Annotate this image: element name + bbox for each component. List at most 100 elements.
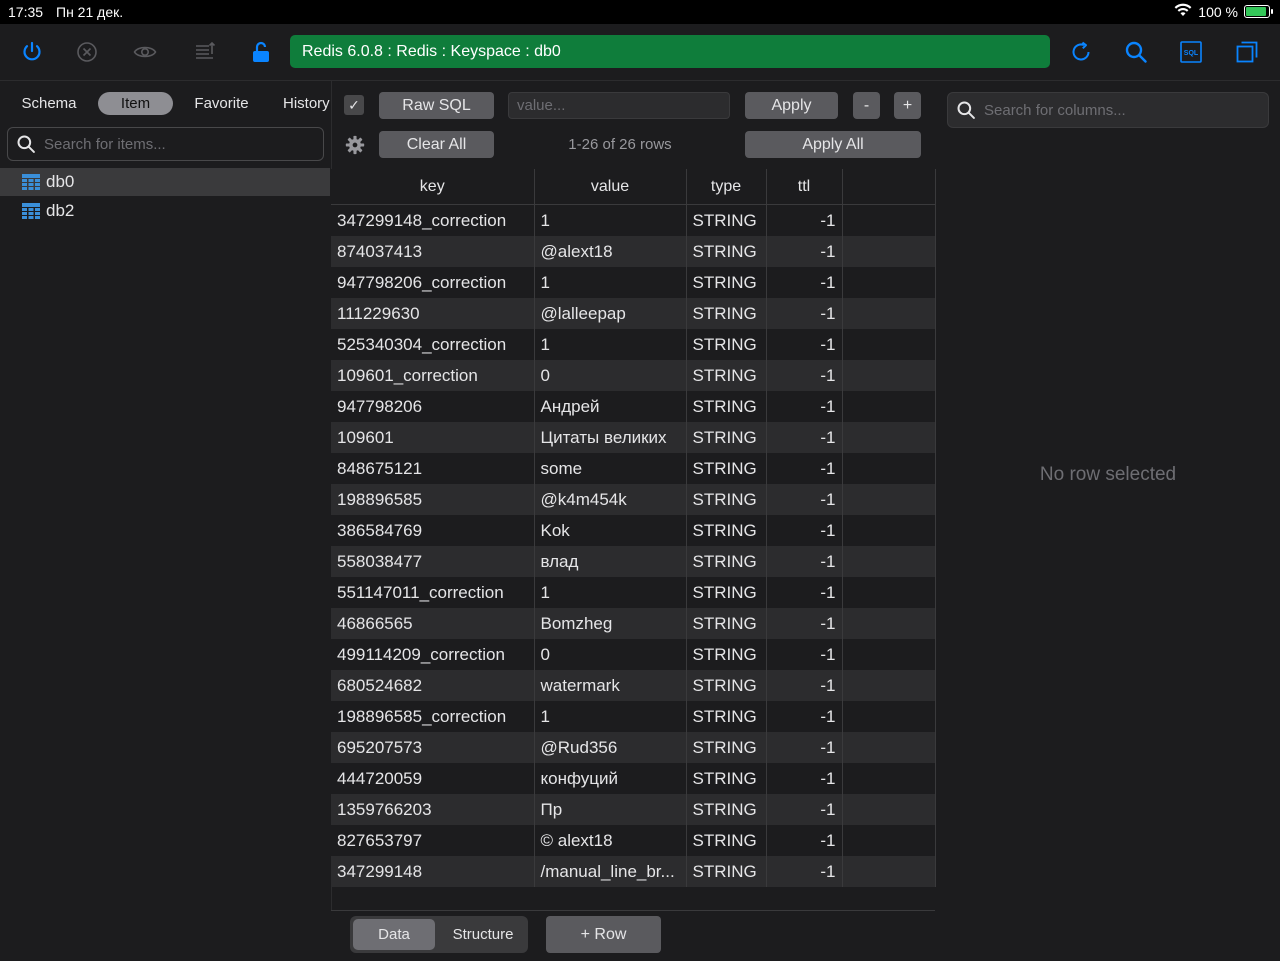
cell-type[interactable]: STRING xyxy=(686,422,767,453)
table-row[interactable]: 680524682 watermark STRING -1 xyxy=(331,670,936,701)
cell-ttl[interactable]: -1 xyxy=(766,453,843,484)
table-row[interactable]: 947798206 Андрей STRING -1 xyxy=(331,391,936,422)
cell-value[interactable]: @alext18 xyxy=(534,236,687,267)
eye-icon[interactable] xyxy=(133,40,157,64)
table-row[interactable]: 525340304_correction 1 STRING -1 xyxy=(331,329,936,360)
cell-key[interactable]: 109601_correction xyxy=(331,360,535,391)
column-header-key[interactable]: key xyxy=(331,169,535,205)
filter-checkbox[interactable]: ✓ xyxy=(344,95,364,115)
cell-key[interactable]: 198896585_correction xyxy=(331,701,535,732)
table-row[interactable]: 109601_correction 0 STRING -1 xyxy=(331,360,936,391)
cell-key[interactable]: 827653797 xyxy=(331,825,535,856)
cell-value[interactable]: 1 xyxy=(534,329,687,360)
remove-filter-button[interactable]: - xyxy=(853,92,880,119)
cell-value[interactable]: © alext18 xyxy=(534,825,687,856)
tab-item[interactable]: Item xyxy=(98,92,173,115)
cell-ttl[interactable]: -1 xyxy=(766,825,843,856)
cell-ttl[interactable]: -1 xyxy=(766,515,843,546)
cell-key[interactable]: 680524682 xyxy=(331,670,535,701)
columns-search[interactable] xyxy=(947,92,1269,128)
cell-key[interactable]: 1359766203 xyxy=(331,794,535,825)
tab-structure[interactable]: Structure xyxy=(440,919,526,950)
cell-ttl[interactable]: -1 xyxy=(766,236,843,267)
cell-key[interactable]: 46866565 xyxy=(331,608,535,639)
cell-key[interactable]: 848675121 xyxy=(331,453,535,484)
cell-ttl[interactable]: -1 xyxy=(766,422,843,453)
table-row[interactable]: 1359766203 Пр STRING -1 xyxy=(331,794,936,825)
cell-ttl[interactable]: -1 xyxy=(766,701,843,732)
table-row[interactable]: 198896585_correction 1 STRING -1 xyxy=(331,701,936,732)
cell-value[interactable]: Kok xyxy=(534,515,687,546)
cell-ttl[interactable]: -1 xyxy=(766,608,843,639)
cell-ttl[interactable]: -1 xyxy=(766,484,843,515)
table-row[interactable]: 347299148/manual_line_br... STRING -1 xyxy=(331,856,936,887)
cell-ttl[interactable]: -1 xyxy=(766,856,843,887)
cell-key[interactable]: 444720059 xyxy=(331,763,535,794)
cell-ttl[interactable]: -1 xyxy=(766,329,843,360)
tab-schema[interactable]: Schema xyxy=(10,92,88,115)
cell-value[interactable]: @lalleepap xyxy=(534,298,687,329)
cell-type[interactable]: STRING xyxy=(686,639,767,670)
cell-value[interactable]: /manual_line_br... xyxy=(534,856,687,887)
cell-type[interactable]: STRING xyxy=(686,732,767,763)
cell-type[interactable]: STRING xyxy=(686,360,767,391)
cell-key[interactable]: 111229630 xyxy=(331,298,535,329)
cell-key[interactable]: 874037413 xyxy=(331,236,535,267)
table-row[interactable]: 109601 Цитаты великих STRING -1 xyxy=(331,422,936,453)
cell-type[interactable]: STRING xyxy=(686,794,767,825)
cell-key[interactable]: 558038477 xyxy=(331,546,535,577)
power-icon[interactable] xyxy=(20,40,44,64)
cell-ttl[interactable]: -1 xyxy=(766,298,843,329)
cell-key[interactable]: 386584769 xyxy=(331,515,535,546)
list-sort-icon[interactable] xyxy=(193,40,217,64)
filter-value-input[interactable] xyxy=(508,92,730,119)
cell-value[interactable]: some xyxy=(534,453,687,484)
cell-ttl[interactable]: -1 xyxy=(766,763,843,794)
table-row[interactable]: 111229630 @lalleepap STRING -1 xyxy=(331,298,936,329)
refresh-icon[interactable] xyxy=(1069,40,1093,64)
cell-value[interactable]: 1 xyxy=(534,204,687,236)
table-row[interactable]: 347299148_correction 1 STRING -1 xyxy=(331,204,936,236)
table-row[interactable]: 499114209_correction 0 STRING -1 xyxy=(331,639,936,670)
cell-type[interactable]: STRING xyxy=(686,701,767,732)
cell-type[interactable]: STRING xyxy=(686,484,767,515)
raw-sql-button[interactable]: Raw SQL xyxy=(379,92,494,119)
cell-type[interactable]: STRING xyxy=(686,329,767,360)
clear-all-button[interactable]: Clear All xyxy=(379,131,494,158)
cell-type[interactable]: STRING xyxy=(686,298,767,329)
cell-value[interactable]: Пр xyxy=(534,794,687,825)
table-row[interactable]: 827653797 © alext18 STRING -1 xyxy=(331,825,936,856)
cell-value[interactable]: 1 xyxy=(534,267,687,298)
cell-type[interactable]: STRING xyxy=(686,608,767,639)
cell-value[interactable]: влад xyxy=(534,546,687,577)
table-row[interactable]: 558038477 влад STRING -1 xyxy=(331,546,936,577)
cell-ttl[interactable]: -1 xyxy=(766,577,843,608)
add-filter-button[interactable]: + xyxy=(894,92,921,119)
cell-key[interactable]: 947798206_correction xyxy=(331,267,535,298)
table-row[interactable]: 874037413 @alext18 STRING -1 xyxy=(331,236,936,267)
cell-ttl[interactable]: -1 xyxy=(766,391,843,422)
cell-value[interactable]: 1 xyxy=(534,701,687,732)
cell-key[interactable]: 347299148_correction xyxy=(331,204,535,236)
cell-ttl[interactable]: -1 xyxy=(766,546,843,577)
cell-type[interactable]: STRING xyxy=(686,236,767,267)
cell-type[interactable]: STRING xyxy=(686,856,767,887)
table-row[interactable]: 46866565 Bomzheg STRING -1 xyxy=(331,608,936,639)
cell-value[interactable]: @k4m454k xyxy=(534,484,687,515)
window-icon[interactable] xyxy=(1235,40,1259,64)
cell-ttl[interactable]: -1 xyxy=(766,639,843,670)
cell-type[interactable]: STRING xyxy=(686,453,767,484)
tree-item-db2[interactable]: db2 xyxy=(0,197,330,225)
tab-history[interactable]: History xyxy=(270,92,330,115)
cell-value[interactable]: @Rud356 xyxy=(534,732,687,763)
cell-ttl[interactable]: -1 xyxy=(766,267,843,298)
cell-type[interactable]: STRING xyxy=(686,825,767,856)
cell-value[interactable]: 0 xyxy=(534,639,687,670)
table-row[interactable]: 848675121 some STRING -1 xyxy=(331,453,936,484)
cell-type[interactable]: STRING xyxy=(686,515,767,546)
cell-type[interactable]: STRING xyxy=(686,670,767,701)
column-header-ttl[interactable]: ttl xyxy=(766,169,843,205)
apply-button[interactable]: Apply xyxy=(745,92,838,119)
cell-value[interactable]: Андрей xyxy=(534,391,687,422)
cell-key[interactable]: 198896585 xyxy=(331,484,535,515)
